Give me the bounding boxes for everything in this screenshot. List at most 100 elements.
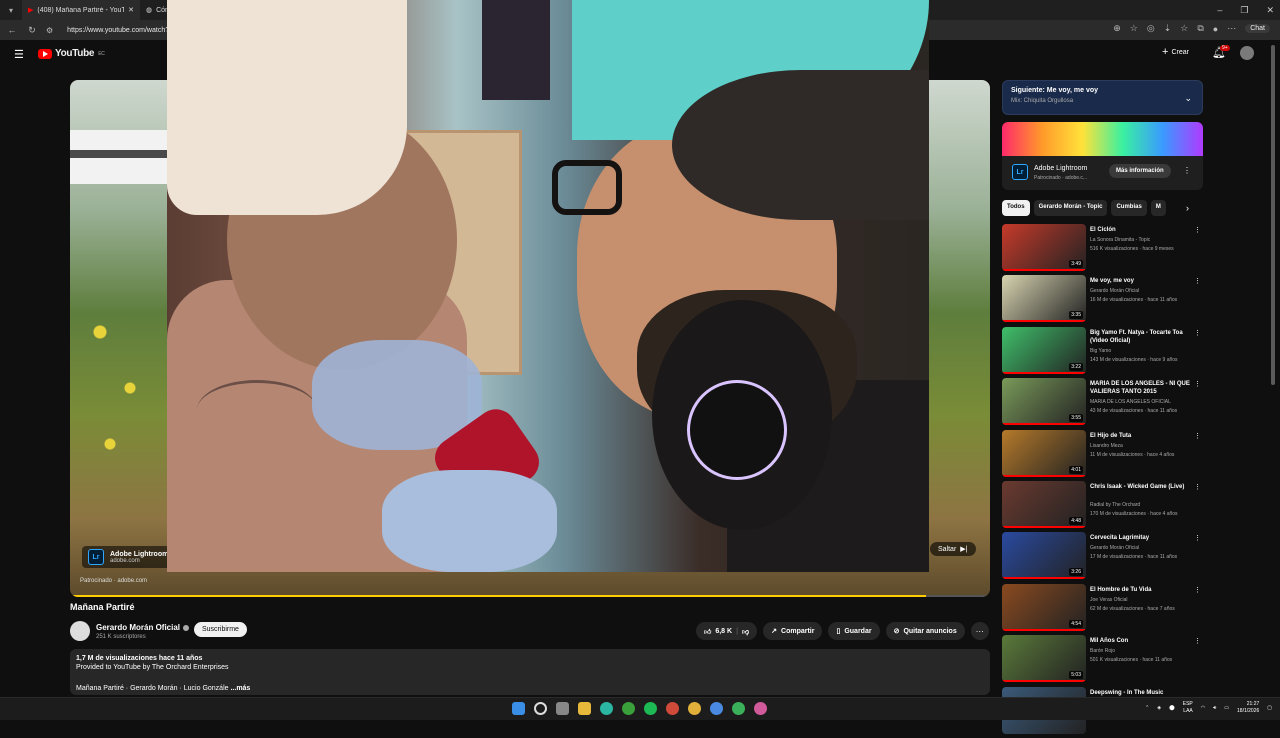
tray-location-icon[interactable]: ⬤ (1169, 705, 1175, 711)
like-button[interactable]: 👍︎ 6,8 K | 👎︎ (696, 622, 758, 640)
close-window-icon[interactable]: ✕ (1266, 5, 1274, 16)
item-menu-icon[interactable]: ⋮ (1194, 226, 1201, 234)
hamburger-menu-icon[interactable]: ☰ (14, 48, 24, 61)
related-title[interactable]: Mil Años Con (1090, 637, 1190, 645)
related-channel[interactable]: MARIA DE LOS ANGELES OFICIAL (1090, 399, 1171, 405)
related-item[interactable]: 3:55 MARIA DE LOS ANGELES - NI QUE VALIE… (1002, 378, 1203, 429)
create-button[interactable]: + Crear (1162, 46, 1189, 58)
video-thumbnail[interactable]: 4:48 (1002, 480, 1086, 528)
video-thumbnail[interactable]: 4:54 (1002, 583, 1086, 631)
remove-ads-button[interactable]: ⊘ Quitar anuncios (885, 622, 965, 640)
related-channel[interactable]: Gerardo Morán Oficial (1090, 545, 1139, 551)
related-item[interactable]: 5:03 Mil Años Con Barón Rojo 501 K visua… (1002, 635, 1203, 686)
share-button[interactable]: ↗ Compartir (763, 622, 823, 640)
chip-cumbias[interactable]: Cumbias (1111, 200, 1147, 216)
related-title[interactable]: El Hijo de Tuta (1090, 432, 1190, 440)
profile-icon[interactable]: ● (1213, 24, 1218, 34)
language-indicator[interactable]: ESP LAA (1183, 701, 1193, 715)
chevron-right-icon[interactable]: › (1186, 203, 1189, 213)
related-title[interactable]: El Hombre de Tu Vida (1090, 586, 1190, 594)
volume-icon[interactable]: 🔊︎ (1213, 705, 1216, 711)
back-icon[interactable]: ← (6, 25, 18, 35)
url-field[interactable]: https://www.youtube.com/watch?v= (67, 27, 177, 34)
account-avatar[interactable] (1240, 46, 1254, 60)
item-menu-icon[interactable]: ⋮ (1194, 483, 1201, 491)
favorites-icon[interactable]: ☆ (1180, 23, 1188, 34)
related-channel[interactable]: Big Yamo (1090, 348, 1111, 354)
zoom-icon[interactable]: ⊕ (1113, 23, 1121, 34)
spotify-icon[interactable] (644, 702, 657, 715)
show-more-link[interactable]: ...más (230, 685, 250, 692)
chrome-profile-icon[interactable] (688, 702, 701, 715)
item-menu-icon[interactable]: ⋮ (1194, 329, 1201, 337)
tab-list-icon[interactable]: ▾ (0, 0, 22, 20)
video-thumbnail[interactable]: 3:22 (1002, 326, 1086, 374)
chrome-profile-4-icon[interactable] (754, 702, 767, 715)
windows-start-icon[interactable] (512, 702, 525, 715)
chat-button[interactable]: Chat (1245, 24, 1270, 33)
player-ad-card[interactable]: Lr Adobe Lightroom adobe.com (82, 546, 175, 568)
side-ad-banner[interactable] (1002, 122, 1203, 156)
more-menu-icon[interactable]: ⋯ (1227, 23, 1236, 34)
channel-avatar[interactable] (70, 621, 90, 641)
more-actions-button[interactable]: ⋯ (970, 622, 989, 640)
thumbs-down-icon[interactable]: 👎︎ (742, 627, 749, 636)
ad-menu-icon[interactable]: ⋮ (1183, 166, 1191, 175)
search-icon[interactable] (534, 702, 547, 715)
clock[interactable]: 21:27 18/1/2026 (1237, 701, 1259, 715)
reload-icon[interactable]: ↻ (26, 25, 38, 36)
battery-icon[interactable]: ▭ (1224, 705, 1229, 711)
tray-chevron-icon[interactable]: ⌃ (1145, 705, 1149, 711)
downloads-icon[interactable]: ⇣ (1164, 23, 1172, 34)
description-box[interactable]: 1,7 M de visualizaciones hace 11 años Pr… (70, 649, 990, 695)
related-title[interactable]: El Ciclón (1090, 226, 1190, 234)
chrome-profile-3-icon[interactable] (732, 702, 745, 715)
video-thumbnail[interactable]: 3:55 (1002, 378, 1086, 426)
tray-app-icon[interactable]: ◈ (1157, 705, 1161, 711)
chip-more[interactable]: M (1150, 200, 1166, 216)
page-scrollbar[interactable] (1271, 45, 1275, 385)
site-info-icon[interactable]: ⚙ (46, 26, 53, 35)
channel-name-wrap[interactable]: Gerardo Morán Oficial (96, 623, 190, 632)
related-title[interactable]: Chris Isaak - Wicked Game (Live) (1090, 483, 1190, 491)
item-menu-icon[interactable]: ⋮ (1194, 637, 1201, 645)
up-next-panel[interactable]: Siguiente: Me voy, me voy Mix: Chiquita … (1002, 80, 1203, 115)
related-channel[interactable]: La Sonora Dinamita - Topic (1090, 237, 1150, 243)
save-button[interactable]: ▯ Guardar (828, 622, 880, 640)
tab-youtube[interactable]: ▶ (408) Mañana Partiré - YouTube ✕ (22, 0, 140, 20)
related-title[interactable]: Deepswing - In The Music (1090, 689, 1190, 697)
related-item[interactable]: 4:54 El Hombre de Tu Vida Joe Veras Ofic… (1002, 583, 1203, 635)
file-explorer-icon[interactable] (578, 702, 591, 715)
chevron-down-icon[interactable]: ⌄ (1184, 93, 1192, 104)
maximize-icon[interactable]: ❐ (1240, 5, 1248, 16)
related-item[interactable]: 3:26 Cervecita Lagrimitay Gerardo Morán … (1002, 532, 1203, 583)
related-channel[interactable]: Lisandro Meza (1090, 443, 1123, 449)
chrome-icon[interactable] (666, 702, 679, 715)
task-view-icon[interactable] (556, 702, 569, 715)
related-item[interactable]: 3:49 El Ciclón La Sonora Dinamita - Topi… (1002, 224, 1203, 275)
bookmark-star-icon[interactable]: ☆ (1130, 23, 1138, 34)
related-item[interactable]: 4:48 Chris Isaak - Wicked Game (Live) Ra… (1002, 480, 1203, 532)
related-title[interactable]: Me voy, me voy (1090, 277, 1190, 285)
chip-todos[interactable]: Todos (1002, 200, 1030, 216)
related-item[interactable]: 3:35 Me voy, me voy Gerardo Morán Oficia… (1002, 275, 1203, 326)
edge-browser-icon[interactable] (600, 702, 613, 715)
item-menu-icon[interactable]: ⋮ (1194, 380, 1201, 388)
related-item[interactable]: 3:22 Big Yamo Ft. Natya - Tocarte Toa (V… (1002, 326, 1203, 378)
more-info-button[interactable]: Más información (1109, 164, 1171, 178)
channel-name[interactable]: Gerardo Morán Oficial (96, 623, 180, 632)
wifi-icon[interactable]: ◠ (1201, 705, 1205, 711)
related-title[interactable]: Cervecita Lagrimitay (1090, 534, 1190, 542)
video-thumbnail[interactable]: 5:03 (1002, 635, 1086, 683)
related-title[interactable]: Big Yamo Ft. Natya - Tocarte Toa (Video … (1090, 329, 1190, 345)
related-channel[interactable]: Joe Veras Oficial (1090, 597, 1128, 603)
video-thumbnail[interactable]: 3:26 (1002, 532, 1086, 580)
video-thumbnail[interactable]: 3:49 (1002, 224, 1086, 271)
related-title[interactable]: MARIA DE LOS ANGELES - NI QUE VALIERAS T… (1090, 380, 1190, 396)
chrome-profile-2-icon[interactable] (710, 702, 723, 715)
related-channel[interactable]: Gerardo Morán Oficial (1090, 288, 1139, 294)
related-channel[interactable]: Barón Rojo (1090, 648, 1115, 654)
item-menu-icon[interactable]: ⋮ (1194, 432, 1201, 440)
xbox-icon[interactable] (622, 702, 635, 715)
collections-icon[interactable]: ⧉ (1197, 23, 1203, 34)
